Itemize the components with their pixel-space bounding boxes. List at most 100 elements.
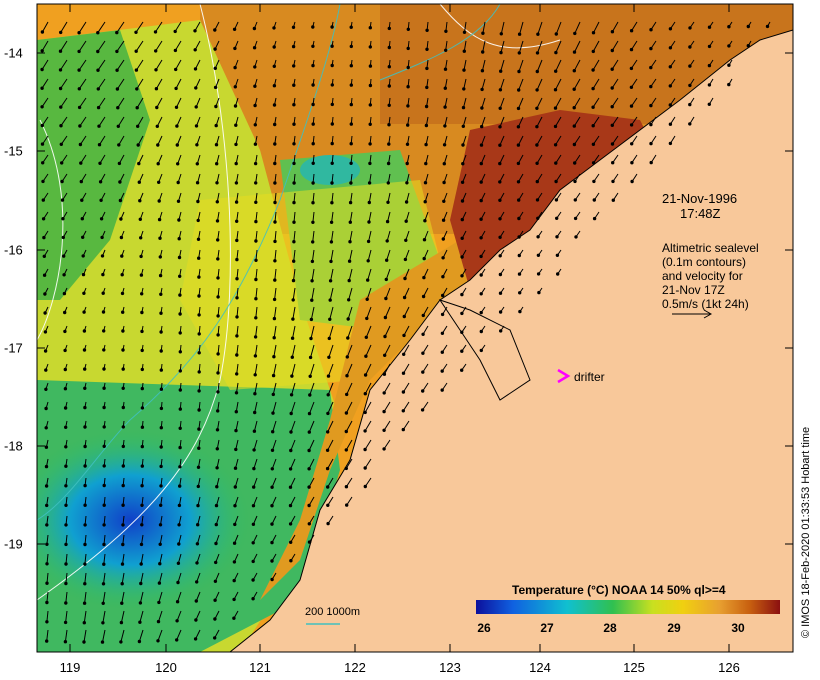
velocity-arrow-head: [77, 87, 82, 91]
velocity-arrow-head: [64, 523, 68, 527]
velocity-arrow-head: [45, 581, 49, 585]
velocity-arrow-head: [45, 639, 49, 643]
velocity-arrow-head: [101, 582, 106, 586]
velocity-arrow-head: [214, 123, 218, 128]
velocity-arrow-head: [60, 198, 65, 202]
velocity-arrow-head: [420, 408, 425, 412]
velocity-arrow-head: [610, 123, 614, 128]
velocity-arrow-head: [366, 278, 370, 282]
velocity-arrow-head: [368, 142, 372, 146]
velocity-arrow-head: [58, 49, 63, 53]
velocity-arrow-head: [41, 198, 45, 202]
velocity-arrow-head: [688, 122, 692, 126]
velocity-arrow-head: [134, 49, 138, 53]
velocity-arrow-head: [344, 448, 348, 452]
velocity-arrow-head: [196, 503, 200, 508]
velocity-arrow-head: [406, 46, 410, 51]
velocity-arrow-head: [83, 425, 87, 429]
velocity-arrow-head: [479, 273, 483, 277]
velocity-arrow-head: [176, 580, 180, 585]
velocity-arrow-head: [197, 370, 201, 374]
velocity-arrow-head: [216, 352, 220, 356]
velocity-arrow-head: [154, 87, 159, 91]
velocity-arrow-head: [158, 273, 163, 278]
velocity-arrow-head: [42, 273, 47, 277]
velocity-arrow-head: [40, 142, 45, 146]
velocity-arrow-head: [254, 181, 258, 185]
lon-tick: 121: [249, 660, 271, 675]
velocity-arrow-head: [80, 198, 84, 202]
velocity-arrow-head: [345, 355, 349, 359]
velocity-arrow-head: [138, 620, 142, 624]
velocity-arrow-head: [460, 330, 464, 334]
colorbar-tick: 29: [667, 621, 681, 635]
velocity-arrow-head: [156, 639, 160, 643]
velocity-arrow-head: [460, 292, 464, 297]
velocity-arrow-head: [479, 161, 483, 166]
velocity-arrow-head: [288, 522, 293, 526]
velocity-arrow-head: [254, 219, 258, 224]
velocity-arrow-head: [311, 240, 315, 244]
velocity-arrow-head: [554, 50, 558, 55]
velocity-arrow-head: [291, 298, 295, 302]
velocity-arrow-head: [518, 291, 522, 295]
lat-tick: -15: [4, 143, 23, 159]
velocity-arrow-head: [311, 83, 315, 87]
velocity-arrow-head: [134, 68, 139, 72]
velocity-arrow-head: [60, 179, 64, 184]
velocity-arrow-head: [349, 122, 353, 126]
velocity-arrow-head: [232, 616, 236, 620]
velocity-arrow-head: [329, 240, 334, 244]
velocity-arrow-head: [102, 562, 106, 566]
velocity-arrow-head: [215, 466, 219, 470]
velocity-arrow-head: [460, 217, 464, 222]
velocity-arrow-head: [140, 484, 144, 488]
velocity-arrow-head: [383, 334, 387, 339]
velocity-arrow-head: [572, 106, 576, 110]
velocity-arrow-head: [196, 199, 200, 204]
velocity-arrow-head: [535, 143, 539, 147]
velocity-arrow-head: [62, 291, 67, 296]
velocity-arrow-head: [462, 68, 466, 72]
velocity-arrow-head: [368, 26, 372, 30]
velocity-arrow-head: [41, 217, 46, 221]
velocity-arrow-head: [405, 142, 410, 147]
velocity-arrow-head: [138, 199, 142, 203]
velocity-arrow-head: [517, 198, 521, 202]
velocity-arrow-head: [344, 411, 349, 415]
velocity-arrow-head: [311, 102, 315, 107]
velocity-arrow-head: [403, 276, 407, 281]
velocity-arrow-head: [121, 310, 125, 314]
velocity-arrow-head: [517, 88, 521, 92]
velocity-arrow-head: [178, 369, 183, 373]
velocity-arrow-head: [668, 141, 673, 146]
velocity-arrow-head: [401, 390, 406, 394]
velocity-arrow-head: [59, 124, 63, 128]
velocity-arrow-head: [270, 577, 274, 582]
velocity-arrow-head: [326, 485, 330, 489]
velocity-arrow-head: [139, 254, 143, 259]
velocity-arrow-head: [349, 161, 353, 166]
velocity-arrow-head: [102, 464, 106, 468]
velocity-arrow-head: [649, 28, 653, 32]
velocity-arrow-head: [479, 292, 483, 296]
velocity-arrow-head: [518, 309, 522, 314]
velocity-arrow-head: [102, 425, 106, 429]
velocity-arrow-head: [194, 618, 198, 622]
velocity-arrow-head: [535, 106, 539, 111]
velocity-arrow-head: [214, 541, 218, 546]
velocity-arrow-head: [727, 44, 731, 48]
velocity-arrow-head: [118, 180, 122, 184]
velocity-arrow-head: [630, 161, 634, 165]
velocity-arrow-head: [273, 200, 277, 205]
velocity-arrow-head: [311, 181, 315, 185]
velocity-arrow-head: [178, 407, 183, 411]
velocity-arrow-head: [610, 67, 614, 71]
velocity-arrow-head: [307, 430, 311, 434]
velocity-arrow-head: [330, 201, 334, 205]
velocity-arrow-head: [197, 313, 201, 317]
velocity-arrow-head: [326, 430, 330, 434]
velocity-arrow-head: [348, 220, 352, 224]
velocity-arrow-head: [40, 49, 44, 53]
velocity-arrow-head: [64, 503, 68, 507]
